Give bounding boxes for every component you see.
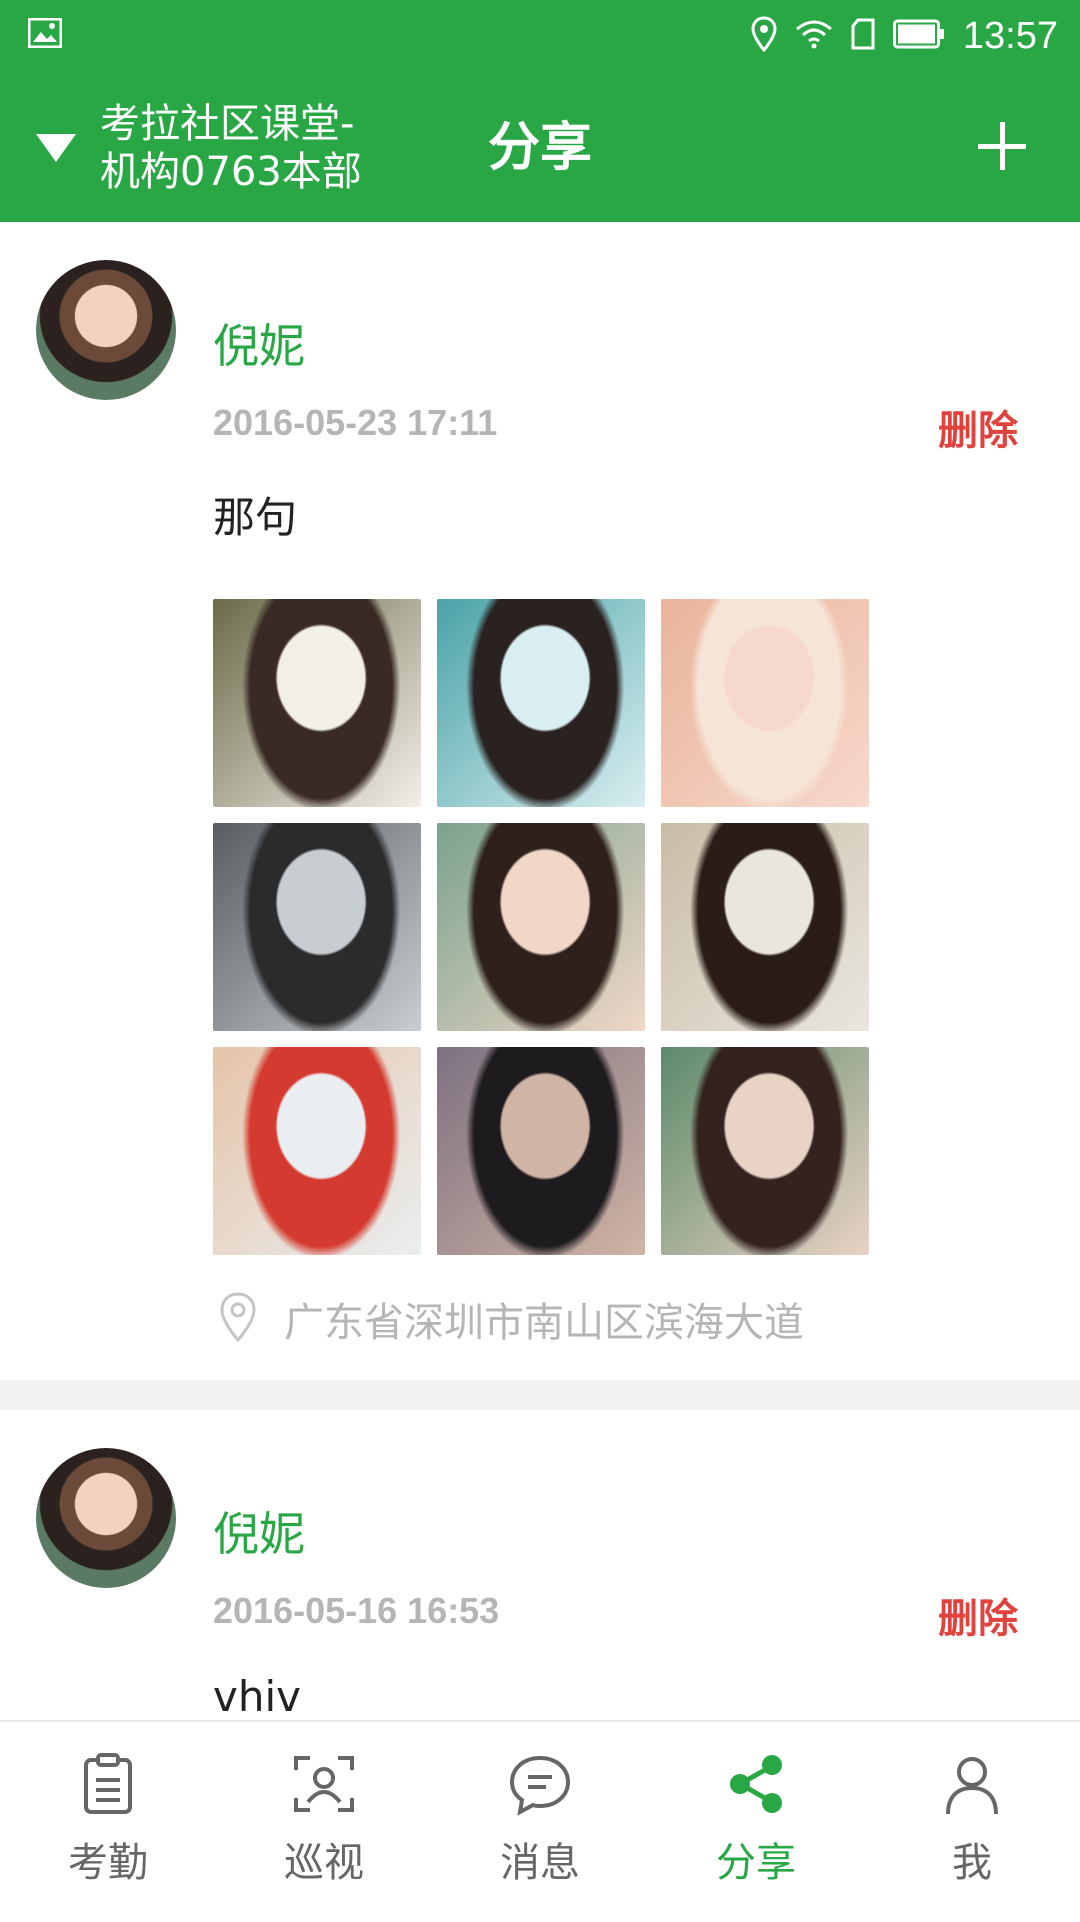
post-divider — [0, 1380, 1080, 1410]
post-card: 倪妮 2016-05-23 17:11 删除 那句 广东省深圳市南山区滨海大道 — [0, 222, 1080, 1380]
sim-card-icon — [851, 18, 875, 54]
scan-person-icon — [292, 1756, 356, 1820]
clipboard-icon — [78, 1753, 138, 1820]
tab-label: 分享 — [716, 1840, 796, 1886]
tab-label: 消息 — [500, 1840, 580, 1886]
gallery-notification-icon — [27, 17, 63, 52]
page-title: 分享 — [487, 118, 592, 178]
photo-thumbnail[interactable] — [661, 1047, 869, 1255]
tab-label: 我 — [952, 1840, 992, 1886]
photo-thumbnail[interactable] — [661, 599, 869, 807]
add-post-button[interactable] — [968, 112, 1036, 180]
chat-bubble-icon — [508, 1755, 572, 1820]
bottom-tab-bar: 考勤 巡视 消息 分享 我 — [0, 1720, 1080, 1922]
tab-share[interactable]: 分享 — [648, 1722, 864, 1922]
post-author[interactable]: 倪妮 — [213, 1498, 305, 1564]
delete-button[interactable]: 删除 — [938, 1586, 1018, 1644]
post-text: vhiv — [213, 1672, 301, 1720]
tab-me[interactable]: 我 — [864, 1722, 1080, 1922]
delete-button[interactable]: 删除 — [938, 398, 1018, 456]
post-location: 广东省深圳市南山区滨海大道 — [218, 1290, 804, 1348]
status-bar: 13:57 — [0, 0, 1080, 74]
avatar[interactable] — [36, 260, 176, 400]
post-time: 2016-05-23 17:11 — [213, 402, 498, 443]
wifi-icon — [795, 19, 833, 53]
photo-thumbnail[interactable] — [437, 1047, 645, 1255]
photo-thumbnail[interactable] — [661, 823, 869, 1031]
share-icon — [724, 1755, 788, 1820]
location-text: 广东省深圳市南山区滨海大道 — [284, 1300, 804, 1346]
tab-patrol[interactable]: 巡视 — [216, 1722, 432, 1922]
tab-label: 考勤 — [68, 1840, 148, 1886]
status-time: 13:57 — [962, 15, 1058, 57]
tab-attendance[interactable]: 考勤 — [0, 1722, 216, 1922]
photo-thumbnail[interactable] — [213, 823, 421, 1031]
photo-thumbnail[interactable] — [213, 1047, 421, 1255]
photo-thumbnail[interactable] — [437, 823, 645, 1031]
post-author[interactable]: 倪妮 — [213, 310, 305, 376]
post-text: 那句 — [213, 493, 298, 542]
photo-thumbnail[interactable] — [437, 599, 645, 807]
photo-thumbnail[interactable] — [213, 599, 421, 807]
photo-grid — [213, 599, 869, 1255]
post-card: 倪妮 2016-05-16 16:53 删除 vhiv — [0, 1410, 1080, 1720]
avatar[interactable] — [36, 1448, 176, 1588]
person-icon — [940, 1757, 1004, 1820]
post-time: 2016-05-16 16:53 — [213, 1590, 500, 1631]
location-pin-icon — [218, 1291, 258, 1347]
share-feed[interactable]: 倪妮 2016-05-23 17:11 删除 那句 广东省深圳市南山区滨海大道 … — [0, 222, 1080, 1720]
app-bar: 考拉社区课堂- 机构0763本部 分享 — [0, 74, 1080, 222]
battery-icon — [892, 19, 945, 53]
tab-messages[interactable]: 消息 — [432, 1722, 648, 1922]
tab-label: 巡视 — [284, 1840, 364, 1886]
location-status-icon — [751, 16, 777, 56]
